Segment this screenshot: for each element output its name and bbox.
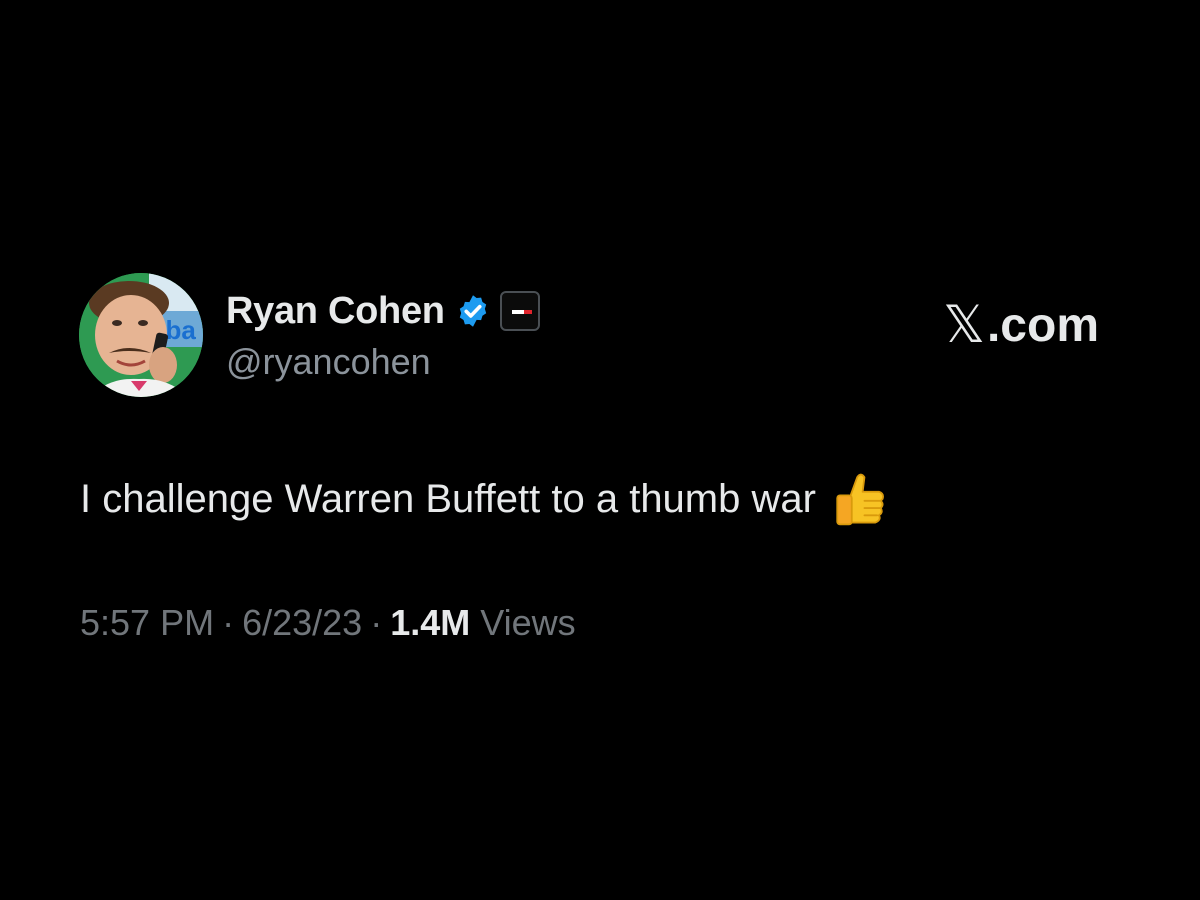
avatar-image: eba — [79, 273, 203, 397]
tweet-body: I challenge Warren Buffett to a thumb wa… — [80, 470, 888, 528]
tweet-meta: 5:57 PM · 6/23/23 · 1.4M Views — [80, 602, 576, 644]
author-identity: Ryan Cohen @ryancohen — [226, 287, 540, 383]
tweet-text: I challenge Warren Buffett to a thumb wa… — [80, 476, 816, 521]
tweet-date[interactable]: 6/23/23 — [242, 602, 362, 643]
affiliate-badge-red-bar — [523, 310, 532, 314]
x-com-logo: 𝕏 .com — [943, 295, 1099, 355]
screenshot-canvas: eba Ryan Cohen @ryancohen 𝕏 .com I chall… — [0, 0, 1200, 900]
affiliate-badge-white-bar — [511, 310, 524, 314]
avatar[interactable]: eba — [79, 273, 203, 397]
views-count[interactable]: 1.4M — [390, 602, 470, 643]
x-logo-icon: 𝕏 — [943, 296, 985, 354]
brand-domain: .com — [986, 298, 1099, 352]
name-row: Ryan Cohen — [226, 287, 540, 335]
author-handle[interactable]: @ryancohen — [226, 341, 540, 383]
affiliate-badge-icon[interactable] — [499, 291, 540, 331]
tweet-header: eba Ryan Cohen @ryancohen 𝕏 .com — [79, 273, 1109, 397]
meta-separator: · — [222, 602, 235, 643]
thumbs-up-icon — [836, 473, 884, 526]
verified-badge-icon — [459, 295, 486, 327]
tweet-time[interactable]: 5:57 PM — [80, 602, 214, 643]
meta-separator: · — [370, 602, 383, 643]
author-name[interactable]: Ryan Cohen — [226, 290, 445, 333]
views-label: Views — [480, 602, 576, 643]
